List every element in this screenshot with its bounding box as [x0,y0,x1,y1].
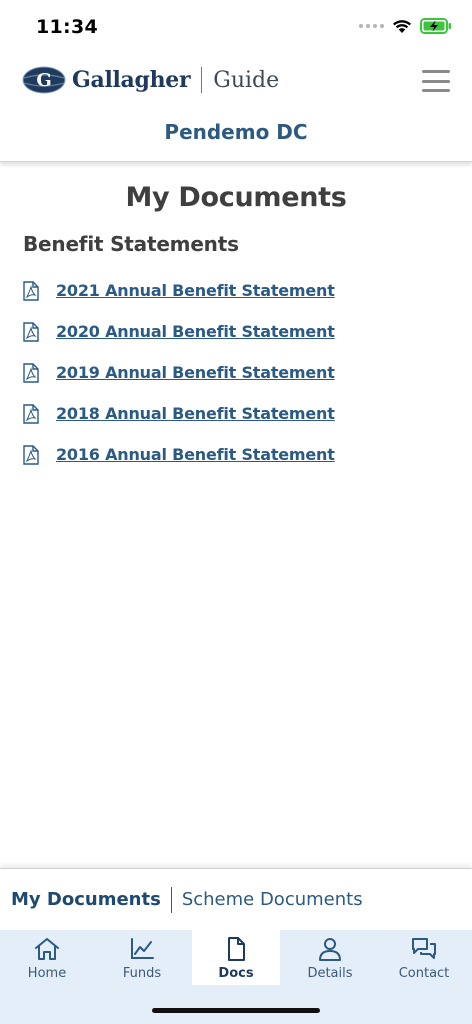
document-link-2018[interactable]: 2018 Annual Benefit Statement [56,404,335,423]
list-item: 2019 Annual Benefit Statement [22,352,335,393]
document-icon [228,937,245,961]
document-link-2020[interactable]: 2020 Annual Benefit Statement [56,322,335,341]
pdf-file-icon [23,280,39,301]
tab-scheme-documents[interactable]: Scheme Documents [182,889,363,910]
gallagher-guide-logo[interactable]: G Gallagher Guide [22,66,279,94]
cellular-signal-icon [359,24,384,28]
pdf-file-icon [23,362,39,383]
nav-label-details: Details [307,966,353,981]
nav-label-funds: Funds [122,966,162,981]
status-icons [359,18,452,34]
status-bar: 11:34 [0,0,472,56]
user-icon [319,938,341,961]
tab-divider [170,886,172,913]
gallagher-globe-icon: G [22,66,66,94]
nav-item-docs[interactable]: Docs [192,930,280,985]
section-title-benefit-statements: Benefit Statements [23,232,239,256]
battery-charging-icon [420,18,451,34]
app-header: G Gallagher Guide Pendemo DC [0,56,472,162]
chat-bubbles-icon [412,938,436,959]
document-link-2021[interactable]: 2021 Annual Benefit Statement [56,281,335,300]
home-indicator[interactable] [152,1008,320,1013]
pdf-file-icon [23,403,39,424]
wifi-icon [393,19,411,33]
nav-item-details[interactable]: Details [286,930,374,985]
nav-item-contact[interactable]: Contact [380,930,468,985]
tab-my-documents[interactable]: My Documents [11,889,161,910]
status-time: 11:34 [36,16,98,38]
product-name: Guide [213,67,280,93]
nav-label-home: Home [27,966,67,981]
pdf-file-icon [23,321,39,342]
nav-label-docs: Docs [218,966,254,981]
pdf-file-icon [23,444,39,465]
logo-divider [201,67,203,93]
nav-item-funds[interactable]: Funds [98,930,186,985]
list-item: 2021 Annual Benefit Statement [22,270,335,311]
document-link-2019[interactable]: 2019 Annual Benefit Statement [56,363,335,382]
svg-text:G: G [36,70,51,91]
nav-label-contact: Contact [398,966,450,981]
scheme-name: Pendemo DC [164,120,308,144]
hamburger-menu-icon[interactable] [422,70,450,92]
home-icon [35,938,59,960]
list-item: 2016 Annual Benefit Statement [22,434,335,475]
page-title: My Documents [125,182,347,213]
chart-line-icon [131,938,154,959]
nav-item-home[interactable]: Home [3,930,91,985]
document-tabs: My Documents Scheme Documents [0,868,472,930]
list-item: 2020 Annual Benefit Statement [22,311,335,352]
list-item: 2018 Annual Benefit Statement [22,393,335,434]
document-link-2016[interactable]: 2016 Annual Benefit Statement [56,445,335,464]
brand-name: Gallagher [72,67,191,93]
benefit-statement-list: 2021 Annual Benefit Statement 2020 Annua… [22,270,335,475]
